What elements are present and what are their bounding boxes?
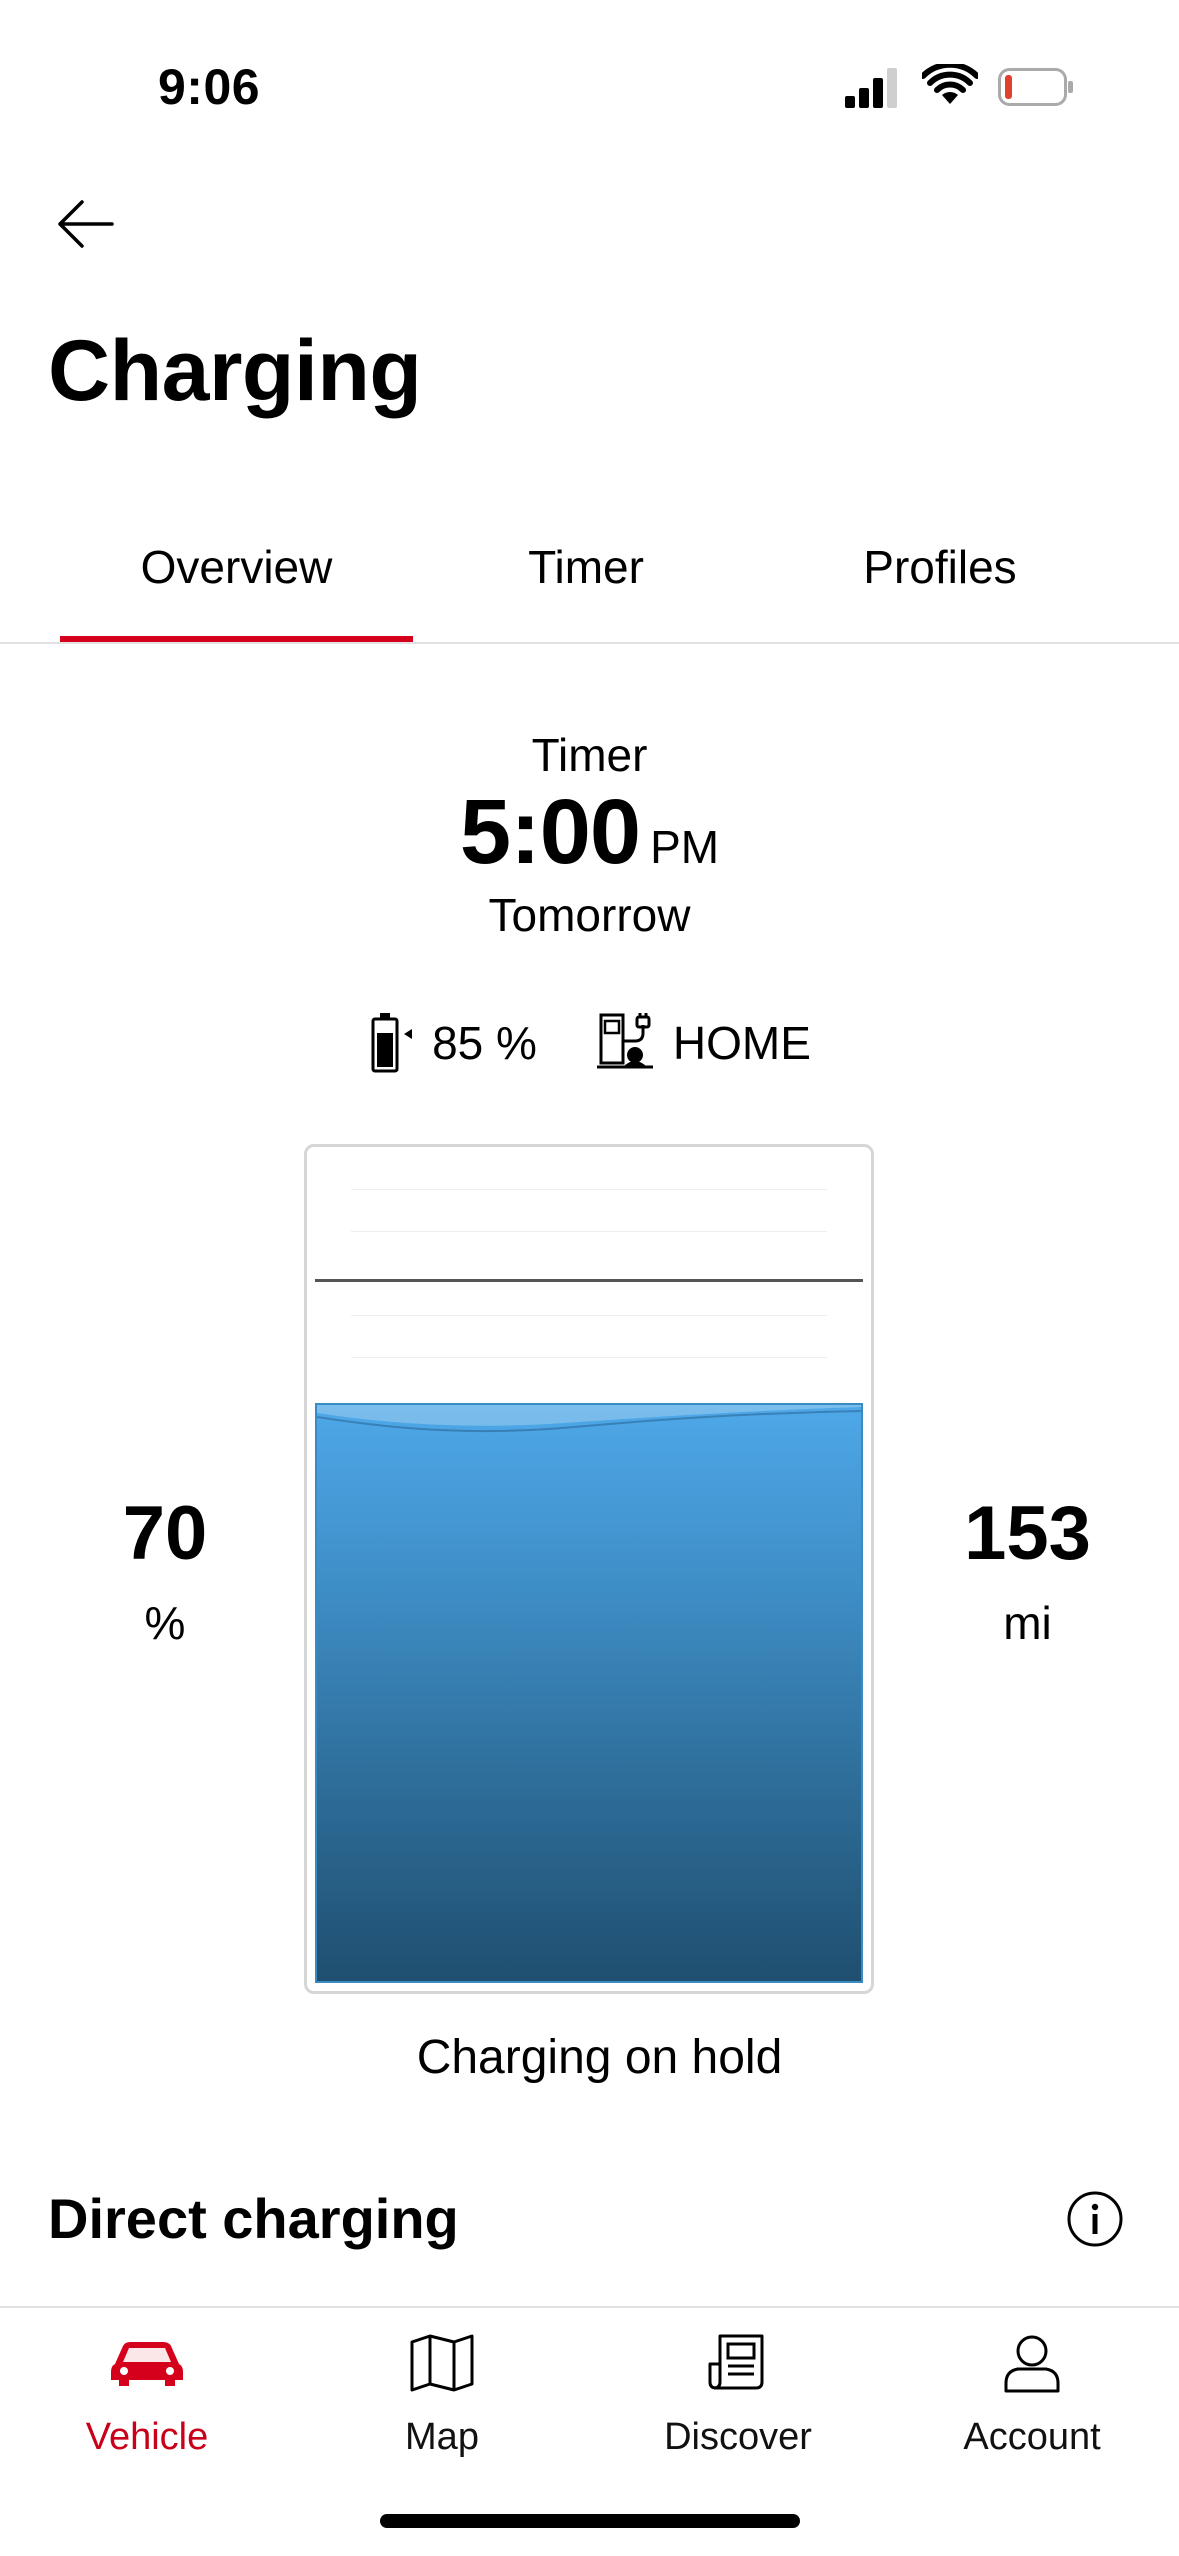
nav-vehicle-label: Vehicle xyxy=(85,2416,209,2458)
location-value: HOME xyxy=(672,1017,811,1069)
info-button[interactable] xyxy=(1066,2190,1124,2248)
battery-target-icon xyxy=(371,1013,413,1073)
signal-icon xyxy=(845,68,905,108)
tab-overview[interactable]: Overview xyxy=(60,540,413,594)
range-value: 153 xyxy=(964,1491,1091,1576)
arrow-left-icon xyxy=(58,200,114,248)
target-charge-value: 85 % xyxy=(432,1017,537,1069)
home-indicator[interactable] xyxy=(380,2514,800,2528)
nav-map-label: Map xyxy=(405,2416,479,2458)
tab-divider xyxy=(0,642,1179,644)
state-of-charge-value: 70 xyxy=(122,1491,208,1576)
timer-day: Tomorrow xyxy=(488,889,691,941)
nav-account[interactable]: Account xyxy=(912,2318,1152,2478)
nav-account-label: Account xyxy=(963,2416,1101,2458)
tab-profiles[interactable]: Profiles xyxy=(800,540,1080,594)
gauge-gridlines xyxy=(351,1147,827,1407)
tab-timer[interactable]: Timer xyxy=(436,540,736,594)
status-time: 9:06 xyxy=(158,59,261,115)
page-title: Charging xyxy=(48,323,422,419)
car-icon xyxy=(107,2328,187,2398)
state-of-charge-unit: % xyxy=(144,1597,186,1649)
nav-discover-label: Discover xyxy=(664,2416,812,2458)
nav-vehicle[interactable]: Vehicle xyxy=(27,2318,267,2478)
charge-status: Charging on hold xyxy=(416,2031,783,2084)
fill-wave xyxy=(317,1405,861,1433)
home-charger-icon xyxy=(596,1013,653,1069)
nav-map[interactable]: Map xyxy=(322,2318,562,2478)
user-icon xyxy=(992,2328,1072,2398)
timer-ampm: PM xyxy=(650,821,720,873)
nav-divider xyxy=(0,2306,1179,2308)
timer-label: Timer xyxy=(531,729,648,781)
newspaper-icon xyxy=(698,2328,778,2398)
nav-discover[interactable]: Discover xyxy=(618,2318,858,2478)
timer-time-value: 5:00 xyxy=(459,781,641,883)
target-charge-line xyxy=(315,1279,863,1283)
battery-low-icon xyxy=(998,68,1074,106)
range-unit: mi xyxy=(1003,1597,1052,1649)
battery-fill xyxy=(315,1403,863,1983)
battery-level-gauge xyxy=(304,1144,874,1994)
map-icon xyxy=(402,2328,482,2398)
wifi-icon xyxy=(920,61,980,108)
info-icon xyxy=(1067,2191,1123,2247)
timer-time: 5:00 PM xyxy=(0,780,1179,885)
charge-info-row: 85 % HOME xyxy=(0,1008,1179,1078)
back-button[interactable] xyxy=(56,196,116,252)
direct-charging-title: Direct charging xyxy=(48,2187,459,2250)
